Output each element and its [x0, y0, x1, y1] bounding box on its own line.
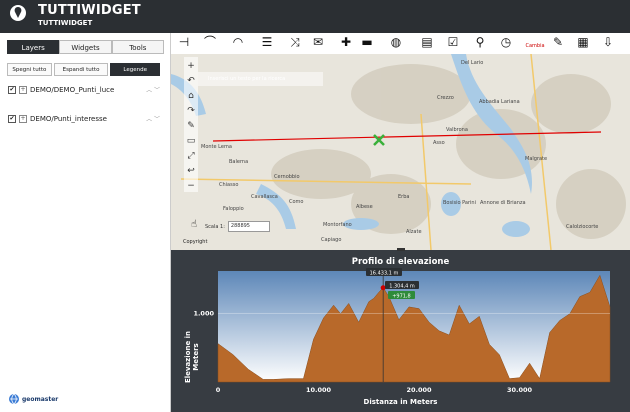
place-label: Chiasso — [219, 182, 239, 188]
expand-icon[interactable]: + — [19, 115, 27, 123]
place-label: Montorfano — [323, 222, 352, 228]
copyright-text: Copyright — [183, 239, 208, 245]
draw-line-icon[interactable]: ⊣ — [177, 35, 191, 49]
scale-input[interactable]: 288895 — [227, 221, 270, 232]
measure-arc-icon[interactable]: ⌒ — [203, 35, 217, 49]
medkit-icon[interactable]: ✚ — [339, 35, 353, 49]
x-axis-title: Distanza in Meters — [363, 398, 438, 406]
place-label: Cernobbio — [274, 174, 300, 180]
elevation-tooltip: 1.304,4 m — [389, 284, 415, 290]
elevation-chart: 0 10.000 20.000 30.000 1.000 16.433,1 m 1.3… — [193, 268, 611, 394]
expand-icon[interactable]: + — [19, 86, 27, 94]
place-label: Faloppio — [223, 206, 244, 212]
hover-point — [380, 285, 386, 291]
layer-actions: Spegni tutto Espandi tutto Legende — [7, 63, 160, 76]
ruler-icon[interactable]: ▬ — [360, 35, 374, 49]
change-basemap-button[interactable]: Cambia — [524, 35, 546, 49]
search-icon[interactable]: ⚲ — [473, 35, 487, 49]
place-label: Annone di Brianza — [480, 200, 526, 206]
zoom-in-icon[interactable]: + — [184, 59, 198, 73]
app-title: TUTTIWIDGET — [38, 3, 141, 18]
x-tick-label: 20.000 — [406, 386, 432, 394]
layer-name: DEMO/Punti_interesse — [30, 115, 107, 123]
x-tick-label: 10.000 — [306, 386, 332, 394]
shuffle-icon[interactable]: ⤨ — [288, 35, 302, 49]
place-label: Bosisio Parini — [443, 200, 476, 206]
scale-label: Scala 1: — [205, 223, 225, 230]
place-label: Cavallasca — [251, 194, 278, 200]
place-label: Valbrona — [446, 127, 468, 133]
place-label: Alzate — [406, 229, 422, 235]
layer-item[interactable]: ✔ + DEMO/Punti_interesse — [8, 114, 107, 124]
app-subtitle: TUTTIWIDGET — [38, 19, 93, 27]
pen-icon[interactable]: ✎ — [184, 119, 198, 133]
clock-icon[interactable]: ◷ — [499, 35, 513, 49]
place-label: Malgrate — [525, 156, 548, 162]
home-icon[interactable]: ⌂ — [184, 89, 198, 103]
geomaster-label: geomaster — [22, 395, 59, 403]
download-icon[interactable]: ⇩ — [601, 35, 615, 49]
mail-icon[interactable]: ✉ — [311, 35, 325, 49]
wifi-icon[interactable]: ◠ — [231, 35, 245, 49]
layer-checkbox[interactable]: ✔ — [8, 86, 16, 94]
place-label: Como — [289, 199, 304, 205]
geomaster-logo: geomaster — [8, 393, 58, 405]
x-tick-label: 0 — [216, 386, 221, 394]
legend-button[interactable]: Legende — [110, 63, 160, 76]
tab-widgets[interactable]: Widgets — [59, 40, 112, 54]
scale-control: Scala 1: 288895 — [205, 221, 270, 232]
globe-icon[interactable]: ◍ — [389, 35, 403, 49]
layer-order-icon[interactable]: ︿ ﹀ — [146, 85, 160, 94]
app-header: TUTTIWIDGET TUTTIWIDGET — [0, 0, 630, 33]
app-logo-icon — [10, 5, 26, 21]
layers-icon[interactable]: ▦ — [576, 35, 590, 49]
pan-hand-icon[interactable]: ☝ — [191, 219, 197, 230]
place-label: Albese — [356, 204, 373, 210]
elevation-profile-panel: Profilo di elevazione 0 10.000 20.000 30.00… — [171, 248, 630, 412]
search-input[interactable]: Inserisci un testo per la ricerca — [198, 72, 323, 86]
hide-all-button[interactable]: Spegni tutto — [7, 63, 52, 76]
place-label: Balerna — [229, 159, 249, 165]
place-label: Del Lario — [461, 60, 484, 66]
left-panel: Layers Widgets Tools Spegni tutto Espand… — [0, 33, 171, 412]
undo-icon[interactable]: ↶ — [184, 74, 198, 88]
place-label: Asso — [433, 140, 445, 146]
tool-bar: ⊣ ⌒ ◠ ☰ ⤨ ✉ ✚ ▬ ◍ ▤ ☑ ⚲ ◷ Cambia ✎ ▦ ⇩ — [171, 33, 630, 54]
panel-tabs: Layers Widgets Tools — [7, 40, 164, 54]
place-label: Capiago — [321, 237, 342, 243]
zoom-out-icon[interactable]: − — [184, 179, 198, 193]
checkbox-icon[interactable]: ☑ — [446, 35, 460, 49]
globe-icon — [9, 393, 19, 405]
list-icon[interactable]: ☰ — [260, 35, 274, 49]
redo-icon[interactable]: ↷ — [184, 104, 198, 118]
fullscreen-icon[interactable]: ⤢ — [184, 149, 198, 163]
rectangle-select-icon[interactable]: ▭ — [184, 134, 198, 148]
layer-item[interactable]: ✔ + DEMO/DEMO_Punti_luce — [8, 85, 114, 95]
info-chat-icon[interactable]: ✎ — [551, 35, 565, 49]
layer-order-icon[interactable]: ︿ ﹀ — [146, 114, 160, 123]
map-view[interactable]: Del Lario Crezzo Abbadia Lariana Valbron… — [171, 54, 630, 250]
print-icon[interactable]: ▤ — [420, 35, 434, 49]
back-icon[interactable]: ↩ — [184, 164, 198, 178]
place-label: Monte Lema — [201, 144, 232, 150]
expand-all-button[interactable]: Espandi tutto — [53, 63, 109, 76]
place-label: Crezzo — [437, 95, 454, 101]
gain-tooltip: +971,8 — [392, 294, 411, 300]
layer-name: DEMO/DEMO_Punti_luce — [30, 86, 115, 94]
map-controls: + ↶ ⌂ ↷ ✎ ▭ ⤢ ↩ − — [184, 57, 198, 192]
place-label: Erba — [398, 194, 410, 200]
distance-tooltip: 16.433,1 m — [370, 271, 399, 277]
x-tick-label: 30.000 — [507, 386, 533, 394]
layer-checkbox[interactable]: ✔ — [8, 115, 16, 123]
place-label: Abbadia Lariana — [479, 99, 520, 105]
place-label: Calolziocorte — [566, 224, 599, 230]
y-axis-title: Elevazione in Meters — [184, 330, 200, 384]
tab-tools[interactable]: Tools — [111, 40, 164, 54]
tab-layers[interactable]: Layers — [7, 40, 60, 54]
